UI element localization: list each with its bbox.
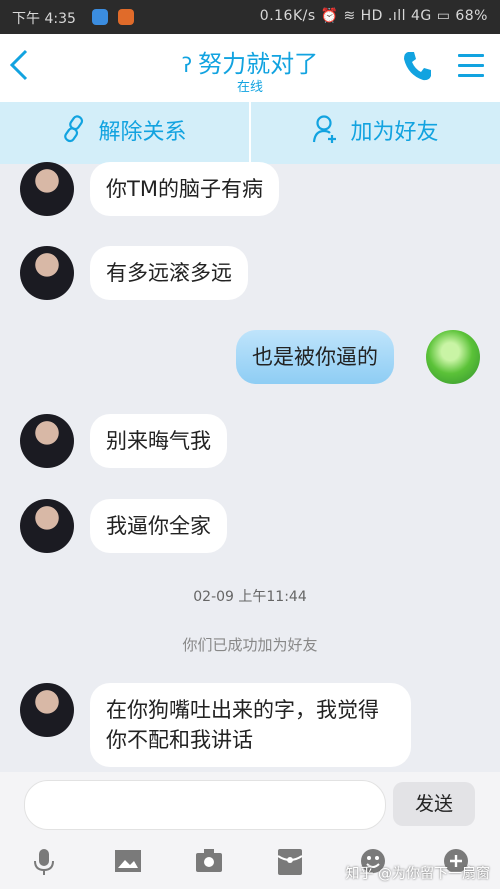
- status-bar: 下午 4:35 0.16K/s ⏰ ≋ HD .ıll 4G ▭ 68%: [0, 0, 500, 34]
- app-notification-icon: [92, 9, 108, 25]
- my-avatar[interactable]: [426, 330, 480, 384]
- message-bubble: 你TM的脑子有病: [90, 162, 279, 216]
- status-time: 下午 4:35: [12, 11, 76, 27]
- message-bubble: 我逼你全家: [90, 499, 227, 553]
- message-input[interactable]: [24, 780, 386, 830]
- relationship-actions: 解除关系 加为好友: [0, 102, 500, 164]
- camera-icon[interactable]: [195, 848, 223, 880]
- add-friend-label: 加为好友: [350, 120, 439, 145]
- app-notification-icon-2: [118, 9, 134, 25]
- contact-avatar[interactable]: [20, 499, 74, 553]
- image-icon[interactable]: [114, 848, 142, 880]
- composer: 发送 知乎 @为你留下一扇窗: [0, 772, 500, 889]
- menu-button[interactable]: [458, 54, 484, 84]
- call-button[interactable]: [402, 50, 432, 86]
- microphone-icon[interactable]: [33, 848, 55, 882]
- unbind-button[interactable]: 解除关系: [0, 102, 249, 164]
- contact-avatar[interactable]: [20, 414, 74, 468]
- message-bubble: 别来晦气我: [90, 414, 227, 468]
- broken-link-icon: [64, 115, 84, 143]
- send-button[interactable]: 发送: [393, 782, 475, 826]
- status-indicators: 0.16K/s ⏰ ≋ HD .ıll 4G ▭ 68%: [259, 8, 488, 24]
- chat-header: ʔ 努力就对了 在线: [0, 34, 500, 102]
- add-friend-button[interactable]: 加为好友: [251, 102, 500, 164]
- red-packet-icon[interactable]: [277, 848, 303, 882]
- unbind-label: 解除关系: [98, 120, 187, 145]
- hearing-icon: ʔ: [181, 53, 193, 77]
- contact-avatar[interactable]: [20, 683, 74, 737]
- contact-name: 努力就对了: [198, 50, 319, 78]
- message-timestamp: 02-09 上午11:44: [193, 589, 307, 605]
- add-user-icon: [313, 115, 337, 143]
- my-message-bubble: 也是被你逼的: [236, 330, 394, 384]
- phone-icon: [404, 52, 431, 81]
- message-bubble: 有多远滚多远: [90, 246, 248, 300]
- contact-avatar[interactable]: [20, 162, 74, 216]
- watermark: 知乎 @为你留下一扇窗: [345, 866, 490, 882]
- message-bubble: 在你狗嘴吐出来的字，我觉得你不配和我讲话: [90, 683, 411, 767]
- system-message: 你们已成功加为好友: [182, 636, 318, 654]
- contact-avatar[interactable]: [20, 246, 74, 300]
